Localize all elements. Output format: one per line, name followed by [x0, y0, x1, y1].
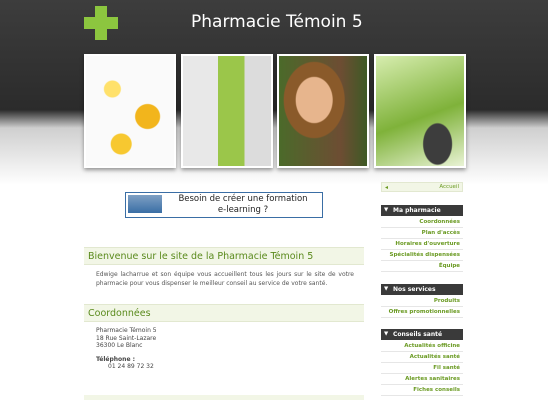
menu-item-coordonnees[interactable]: Coordonnées	[381, 217, 463, 228]
menu-item-offres[interactable]: Offres promotionnelles	[381, 307, 463, 318]
menu-heading-label: Conseils santé	[393, 331, 443, 338]
photo-bamboo	[374, 54, 466, 168]
home-link-label: Accueil	[439, 184, 459, 190]
banner-text: Besoin de créer une formation e-learning…	[166, 194, 320, 216]
site-title: Pharmacie Témoin 5	[191, 12, 363, 32]
home-link[interactable]: ◂ Accueil	[381, 182, 463, 192]
photo-capsules	[84, 54, 176, 168]
triangle-down-icon: ▼	[384, 331, 389, 337]
address-line: Pharmacie Témoin 5	[96, 327, 157, 334]
coordinates-heading: Coordonnées	[84, 304, 364, 322]
banner-line-1: Besoin de créer une formation	[178, 194, 308, 204]
menu-item-specialites[interactable]: Spécialités dispensées	[381, 250, 463, 261]
menu-item-actualites-sante[interactable]: Actualités santé	[381, 352, 463, 363]
menu-item-produits[interactable]: Produits	[381, 296, 463, 307]
section-divider	[84, 395, 364, 400]
menu-item-plan-acces[interactable]: Plan d'accès	[381, 228, 463, 239]
triangle-down-icon: ▼	[384, 286, 389, 292]
photo-cosmetics	[181, 54, 273, 168]
phone-label: Téléphone :	[96, 355, 136, 363]
menu-heading-services: ▼ Nos services	[381, 284, 463, 295]
phone-number: 01 24 89 72 32	[108, 363, 154, 370]
menu-heading-pharmacy: ▼ Ma pharmacie	[381, 205, 463, 216]
banner-line-2: e-learning ?	[217, 205, 269, 215]
welcome-heading: Bienvenue sur le site de la Pharmacie Té…	[84, 247, 364, 265]
menu-heading-label: Nos services	[393, 286, 436, 293]
menu-item-alertes[interactable]: Alertes sanitaires	[381, 374, 463, 385]
address-block: Pharmacie Témoin 5 18 Rue Saint-Lazare 3…	[96, 327, 157, 371]
menu-item-fil-sante[interactable]: Fil santé	[381, 363, 463, 374]
menu-item-actualites-officine[interactable]: Actualités officine	[381, 341, 463, 352]
left-arrow-icon: ◂	[385, 184, 389, 191]
menu-item-fiches-conseils[interactable]: Fiches conseils	[381, 385, 463, 396]
triangle-down-icon: ▼	[384, 207, 389, 213]
photo-woman	[277, 54, 369, 168]
pharmacy-cross-logo	[84, 6, 118, 40]
menu-heading-label: Ma pharmacie	[393, 207, 441, 214]
laptop-icon	[128, 195, 162, 213]
menu-heading-health-advice: ▼ Conseils santé	[381, 329, 463, 340]
menu-item-horaires[interactable]: Horaires d'ouverture	[381, 239, 463, 250]
menu-item-equipe[interactable]: Équipe	[381, 261, 463, 272]
elearning-banner[interactable]: Besoin de créer une formation e-learning…	[125, 192, 323, 218]
welcome-text: Edwige lacharrue et son équipe vous accu…	[96, 271, 354, 287]
address-line: 36300 Le Blanc	[96, 342, 143, 349]
address-line: 18 Rue Saint-Lazare	[96, 334, 157, 342]
